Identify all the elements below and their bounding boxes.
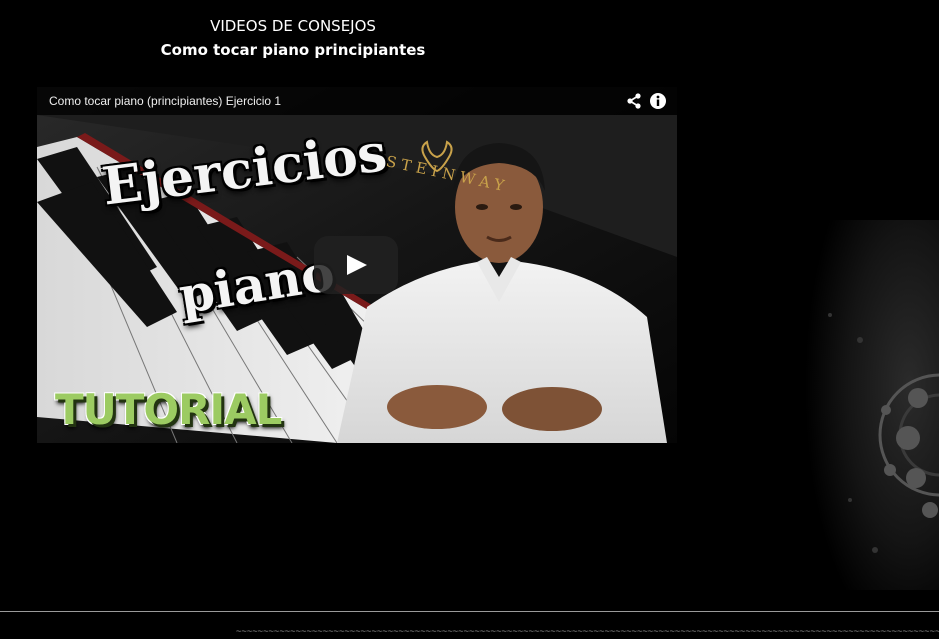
video-title[interactable]: Como tocar piano (principiantes) Ejercic…	[49, 94, 281, 108]
thumbnail-tutorial-banner: TUTORIAL	[55, 385, 282, 434]
footer-dashes: ~~~~~~~~~~~~~~~~~~~~~~~~~~~~~~~~~~~~~~~~…	[236, 627, 939, 637]
page-subtitle: Como tocar piano principiantes	[160, 41, 426, 59]
play-button[interactable]	[314, 236, 398, 294]
video-title-bar: Como tocar piano (principiantes) Ejercic…	[37, 87, 677, 115]
background-decoration	[790, 220, 939, 590]
footer-divider	[0, 611, 939, 612]
page-title: VIDEOS DE CONSEJOS	[210, 17, 376, 35]
share-icon[interactable]	[625, 92, 643, 110]
video-player[interactable]: Ejercicios piano TUTORIAL STEINWAY Como …	[37, 87, 677, 443]
play-icon	[347, 255, 367, 275]
info-icon[interactable]	[649, 92, 667, 110]
